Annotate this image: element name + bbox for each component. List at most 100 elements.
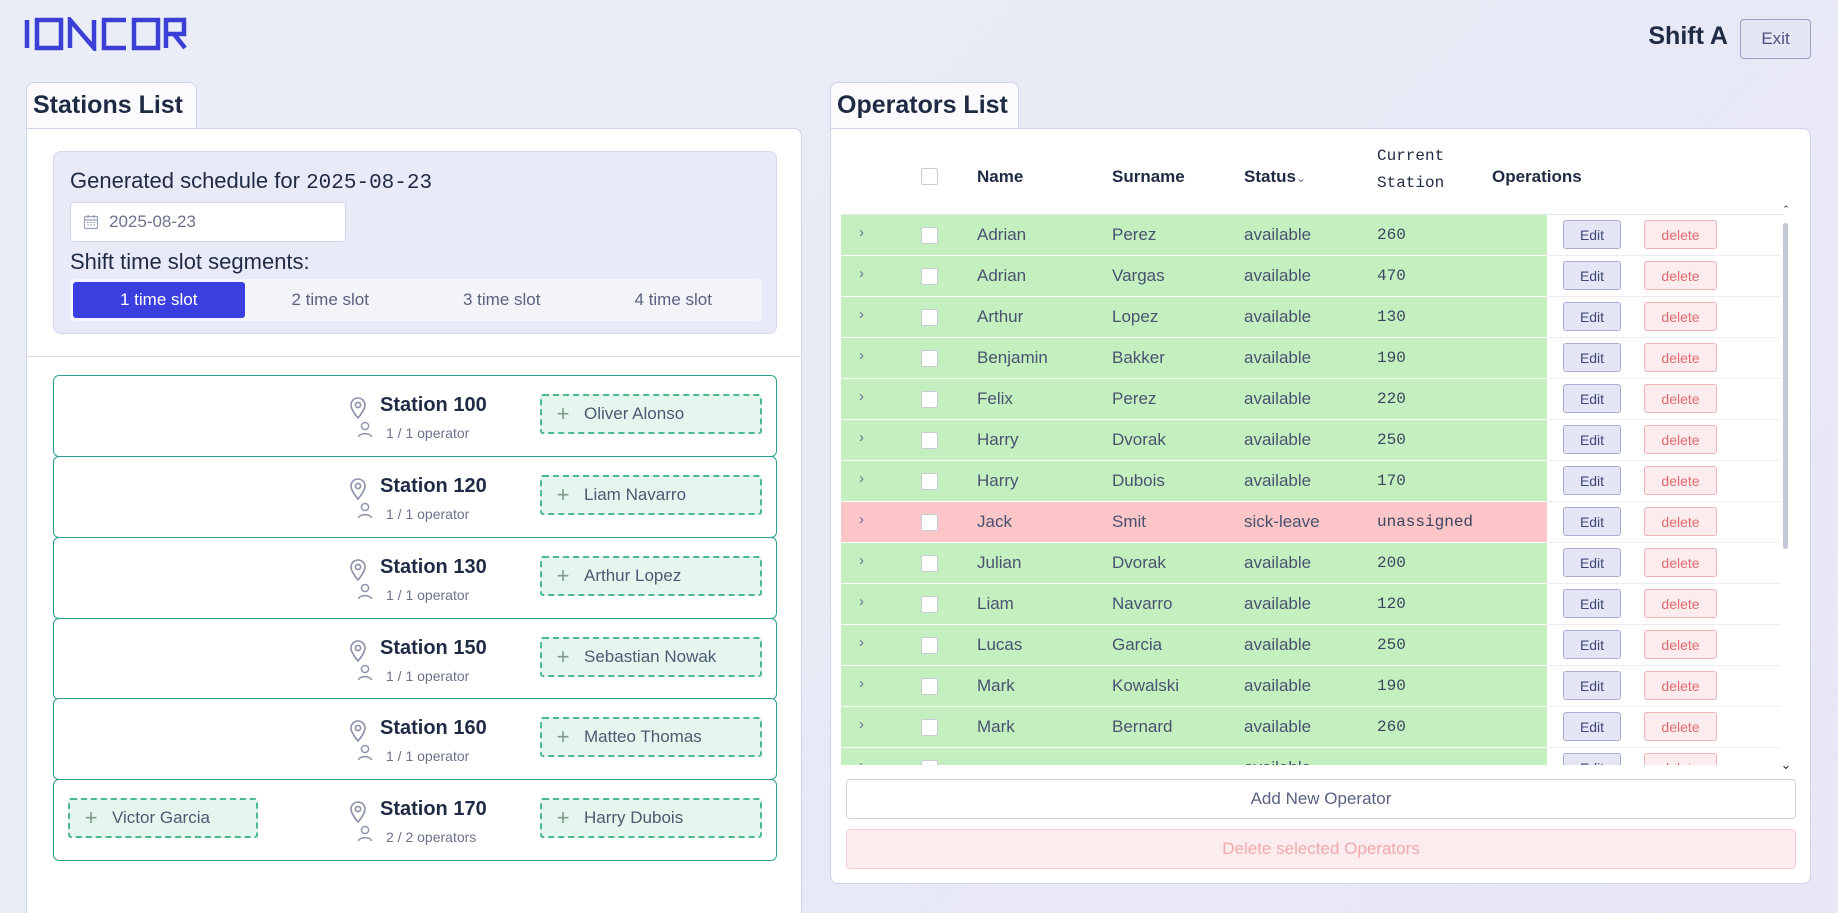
assigned-operator-chip[interactable]: + Sebastian Nowak: [540, 637, 762, 677]
edit-button[interactable]: Edit: [1563, 384, 1621, 413]
table-row[interactable]: › Lucas Garcia available 250 Edit delete: [841, 625, 1784, 666]
delete-button[interactable]: delete: [1644, 302, 1717, 331]
assigned-operator-chip[interactable]: + Liam Navarro: [540, 475, 762, 515]
expand-chevron-icon[interactable]: ›: [859, 306, 864, 323]
delete-button[interactable]: delete: [1644, 507, 1717, 536]
row-checkbox[interactable]: [921, 719, 938, 736]
edit-button[interactable]: Edit: [1563, 220, 1621, 249]
scroll-down-icon[interactable]: ⌄: [1780, 757, 1792, 773]
segment-2-time-slot[interactable]: 2 time slot: [245, 282, 417, 318]
station-card[interactable]: Station 120 1 / 1 operator + Liam Navarro: [53, 456, 777, 538]
delete-button[interactable]: delete: [1644, 671, 1717, 700]
column-header-name[interactable]: Name: [977, 167, 1023, 187]
row-checkbox[interactable]: [921, 596, 938, 613]
expand-chevron-icon[interactable]: ›: [859, 429, 864, 446]
row-checkbox[interactable]: [921, 391, 938, 408]
column-header-surname[interactable]: Surname: [1112, 167, 1185, 187]
row-checkbox[interactable]: [921, 555, 938, 572]
segment-1-time-slot[interactable]: 1 time slot: [73, 282, 245, 318]
assigned-operator-chip[interactable]: + Harry Dubois: [540, 798, 762, 838]
edit-button[interactable]: Edit: [1563, 712, 1621, 741]
table-row[interactable]: › Harry Dvorak available 250 Edit delete: [841, 420, 1784, 461]
table-row[interactable]: › Liam Navarro available 120 Edit delete: [841, 584, 1784, 625]
column-header-status[interactable]: Status⌄: [1244, 167, 1306, 187]
delete-button[interactable]: delete: [1644, 753, 1717, 765]
row-checkbox[interactable]: [921, 268, 938, 285]
edit-button[interactable]: Edit: [1563, 753, 1621, 765]
expand-chevron-icon[interactable]: ›: [859, 593, 864, 610]
row-checkbox[interactable]: [921, 473, 938, 490]
tab-operators-list[interactable]: Operators List: [830, 82, 1019, 130]
edit-button[interactable]: Edit: [1563, 548, 1621, 577]
row-checkbox[interactable]: [921, 350, 938, 367]
delete-button[interactable]: delete: [1644, 343, 1717, 372]
expand-chevron-icon[interactable]: ›: [859, 716, 864, 733]
row-checkbox[interactable]: [921, 514, 938, 531]
schedule-date-input[interactable]: 2025-08-23: [70, 202, 346, 242]
add-new-operator-button[interactable]: Add New Operator: [846, 779, 1796, 819]
expand-chevron-icon[interactable]: ›: [859, 388, 864, 405]
table-row[interactable]: › Arthur Lopez available 130 Edit delete: [841, 297, 1784, 338]
assigned-operator-chip[interactable]: + Matteo Thomas: [540, 717, 762, 757]
expand-chevron-icon[interactable]: ›: [859, 470, 864, 487]
table-row[interactable]: › Benjamin Bakker available 190 Edit delete: [841, 338, 1784, 379]
station-card[interactable]: Station 130 1 / 1 operator + Arthur Lopez: [53, 537, 777, 619]
row-checkbox[interactable]: [921, 309, 938, 326]
row-checkbox[interactable]: [921, 760, 938, 765]
edit-button[interactable]: Edit: [1563, 589, 1621, 618]
segment-3-time-slot[interactable]: 3 time slot: [416, 282, 588, 318]
expand-chevron-icon[interactable]: ›: [859, 265, 864, 282]
expand-chevron-icon[interactable]: ›: [859, 552, 864, 569]
delete-button[interactable]: delete: [1644, 712, 1717, 741]
row-checkbox[interactable]: [921, 432, 938, 449]
delete-button[interactable]: delete: [1644, 425, 1717, 454]
table-row[interactable]: › Felix Perez available 220 Edit delete: [841, 379, 1784, 420]
table-row[interactable]: › Adrian Vargas available 470 Edit delete: [841, 256, 1784, 297]
edit-button[interactable]: Edit: [1563, 630, 1621, 659]
assigned-operator-chip[interactable]: + Victor Garcia: [68, 798, 258, 838]
delete-button[interactable]: delete: [1644, 384, 1717, 413]
table-row[interactable]: › Harry Dubois available 170 Edit delete: [841, 461, 1784, 502]
scroll-up-icon[interactable]: ˆ: [1780, 203, 1792, 218]
expand-chevron-icon[interactable]: ›: [859, 347, 864, 364]
edit-button[interactable]: Edit: [1563, 302, 1621, 331]
table-row[interactable]: › available Edit delete: [841, 748, 1784, 765]
segment-4-time-slot[interactable]: 4 time slot: [588, 282, 760, 318]
column-header-current-station[interactable]: Current Station: [1377, 143, 1444, 197]
expand-chevron-icon[interactable]: ›: [859, 511, 864, 528]
row-checkbox[interactable]: [921, 678, 938, 695]
scrollbar-thumb[interactable]: [1783, 223, 1788, 549]
tab-stations-list[interactable]: Stations List: [26, 82, 197, 130]
station-card[interactable]: Station 160 1 / 1 operator + Matteo Thomas: [53, 698, 777, 780]
delete-button[interactable]: delete: [1644, 466, 1717, 495]
exit-button[interactable]: Exit: [1740, 19, 1811, 59]
delete-button[interactable]: delete: [1644, 220, 1717, 249]
edit-button[interactable]: Edit: [1563, 343, 1621, 372]
delete-button[interactable]: delete: [1644, 261, 1717, 290]
expand-chevron-icon[interactable]: ›: [859, 634, 864, 651]
delete-selected-operators-button[interactable]: Delete selected Operators: [846, 829, 1796, 869]
select-all-checkbox[interactable]: [921, 168, 938, 185]
assigned-operator-chip[interactable]: + Arthur Lopez: [540, 556, 762, 596]
station-card[interactable]: Station 100 1 / 1 operator + Oliver Alonso: [53, 375, 777, 457]
delete-button[interactable]: delete: [1644, 589, 1717, 618]
table-row[interactable]: › Adrian Perez available 260 Edit delete: [841, 215, 1784, 256]
delete-button[interactable]: delete: [1644, 630, 1717, 659]
expand-chevron-icon[interactable]: ›: [859, 675, 864, 692]
delete-button[interactable]: delete: [1644, 548, 1717, 577]
row-checkbox[interactable]: [921, 227, 938, 244]
expand-chevron-icon[interactable]: ›: [859, 757, 864, 765]
station-card[interactable]: + Victor Garcia Station 170 2 / 2 operators…: [53, 779, 777, 861]
edit-button[interactable]: Edit: [1563, 261, 1621, 290]
expand-chevron-icon[interactable]: ›: [859, 224, 864, 241]
station-card[interactable]: Station 150 1 / 1 operator + Sebastian Nowa…: [53, 618, 777, 700]
row-checkbox[interactable]: [921, 637, 938, 654]
table-row[interactable]: › Mark Bernard available 260 Edit delete: [841, 707, 1784, 748]
edit-button[interactable]: Edit: [1563, 425, 1621, 454]
table-scrollbar[interactable]: ˆ ⌄: [1780, 203, 1792, 772]
table-row[interactable]: › Jack Smit sick-leave unassigned Edit delete: [841, 502, 1784, 543]
edit-button[interactable]: Edit: [1563, 671, 1621, 700]
edit-button[interactable]: Edit: [1563, 466, 1621, 495]
table-row[interactable]: › Julian Dvorak available 200 Edit delete: [841, 543, 1784, 584]
table-row[interactable]: › Mark Kowalski available 190 Edit delete: [841, 666, 1784, 707]
